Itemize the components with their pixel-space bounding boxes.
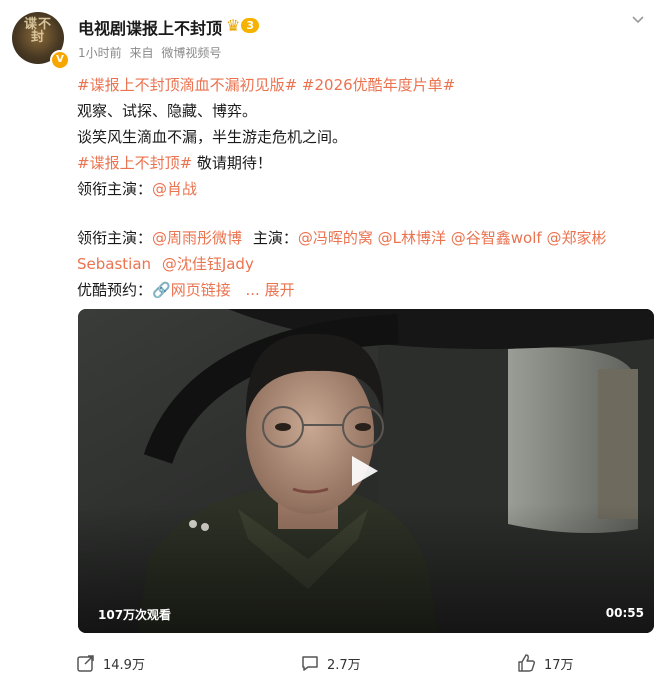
post-meta: 1小时前 来自 微博视频号 <box>78 44 225 61</box>
like-count: 17万 <box>544 657 574 673</box>
link-icon: 🔗 <box>152 281 171 299</box>
post-line-4: #谍报上不封顶# 敬请期待！ <box>77 150 652 176</box>
thumbs-up-icon <box>518 654 536 672</box>
crown-icon: ♛ <box>226 15 241 35</box>
action-bar: 14.9万 2.7万 17万 <box>0 643 660 679</box>
post-source[interactable]: 微博视频号 <box>161 46 221 60</box>
mention-link[interactable]: @L林博洋 <box>378 229 446 247</box>
mention-link[interactable]: @肖战 <box>152 180 197 198</box>
vip-level: 3 <box>241 17 259 33</box>
vip-badge[interactable]: ♛ 3 <box>226 15 259 35</box>
share-count: 14.9万 <box>103 657 145 673</box>
web-link-label: 网页链接 <box>170 281 231 299</box>
post-body: #谍报上不封顶滴血不漏初见版# #2026优酷年度片单# 观察、试探、隐藏、博弈… <box>77 72 652 303</box>
post-line-2: 观察、试探、隐藏、博弈。 <box>77 102 258 120</box>
hashtag-link[interactable]: #2026优酷年度片单# <box>302 76 455 94</box>
post-line-7: Sebastian @沈佳钰Jady <box>77 251 652 277</box>
share-button[interactable]: 14.9万 <box>76 653 145 673</box>
post-line-1: #谍报上不封顶滴血不漏初见版# #2026优酷年度片单# <box>77 72 652 98</box>
chevron-down-icon[interactable] <box>628 10 648 30</box>
web-link[interactable]: 🔗网页链接 <box>152 281 231 299</box>
post-text: 敬请期待！ <box>196 154 272 172</box>
reserve-label: 优酷预约： <box>77 281 153 299</box>
mention-link[interactable]: @周雨彤微博 <box>152 229 242 247</box>
post-line-6: 领衔主演：@周雨彤微博 主演：@冯晖的窝 @L林博洋 @谷智鑫wolf @郑家彬 <box>77 225 652 251</box>
view-count: 107万次观看 <box>98 608 172 622</box>
comment-icon <box>302 656 318 671</box>
play-icon[interactable] <box>346 454 380 488</box>
mention-link[interactable]: @冯晖的窝 <box>298 229 373 247</box>
video-player[interactable]: 107万次观看 00:55 <box>78 309 654 633</box>
comment-button[interactable]: 2.7万 <box>300 653 361 673</box>
post-line-5: 领衔主演：@肖战 <box>77 176 652 202</box>
mention-link[interactable]: @沈佳钰Jady <box>162 255 254 273</box>
post-time: 1小时前 <box>78 46 122 60</box>
hashtag-link[interactable]: #谍报上不封顶滴血不漏初见版# <box>77 76 297 94</box>
lead-label: 领衔主演： <box>77 180 153 198</box>
comment-count: 2.7万 <box>327 657 361 673</box>
video-duration: 00:55 <box>605 606 644 620</box>
cast-label: 主演： <box>252 229 298 247</box>
hashtag-link[interactable]: #谍报上不封顶# <box>77 154 192 172</box>
avatar-seal-text: 谍不封 <box>23 17 52 45</box>
source-prefix: 来自 <box>129 46 154 60</box>
post-line-3: 谈笑风生滴血不漏，半生游走危机之间。 <box>77 128 348 146</box>
mention-link[interactable]: Sebastian <box>77 255 151 273</box>
like-button[interactable]: 17万 <box>517 653 574 673</box>
mention-link[interactable]: @谷智鑫wolf <box>451 229 542 247</box>
account-name[interactable]: 电视剧谍报上不封顶 <box>78 15 222 39</box>
verified-badge-icon: V <box>50 50 70 70</box>
lead-label: 领衔主演： <box>77 229 153 247</box>
post-line-8: 优酷预约：🔗网页链接 ... 展开 <box>77 277 652 303</box>
mention-link[interactable]: @郑家彬 <box>546 229 606 247</box>
share-icon <box>77 655 94 672</box>
expand-button[interactable]: ... 展开 <box>246 281 295 299</box>
